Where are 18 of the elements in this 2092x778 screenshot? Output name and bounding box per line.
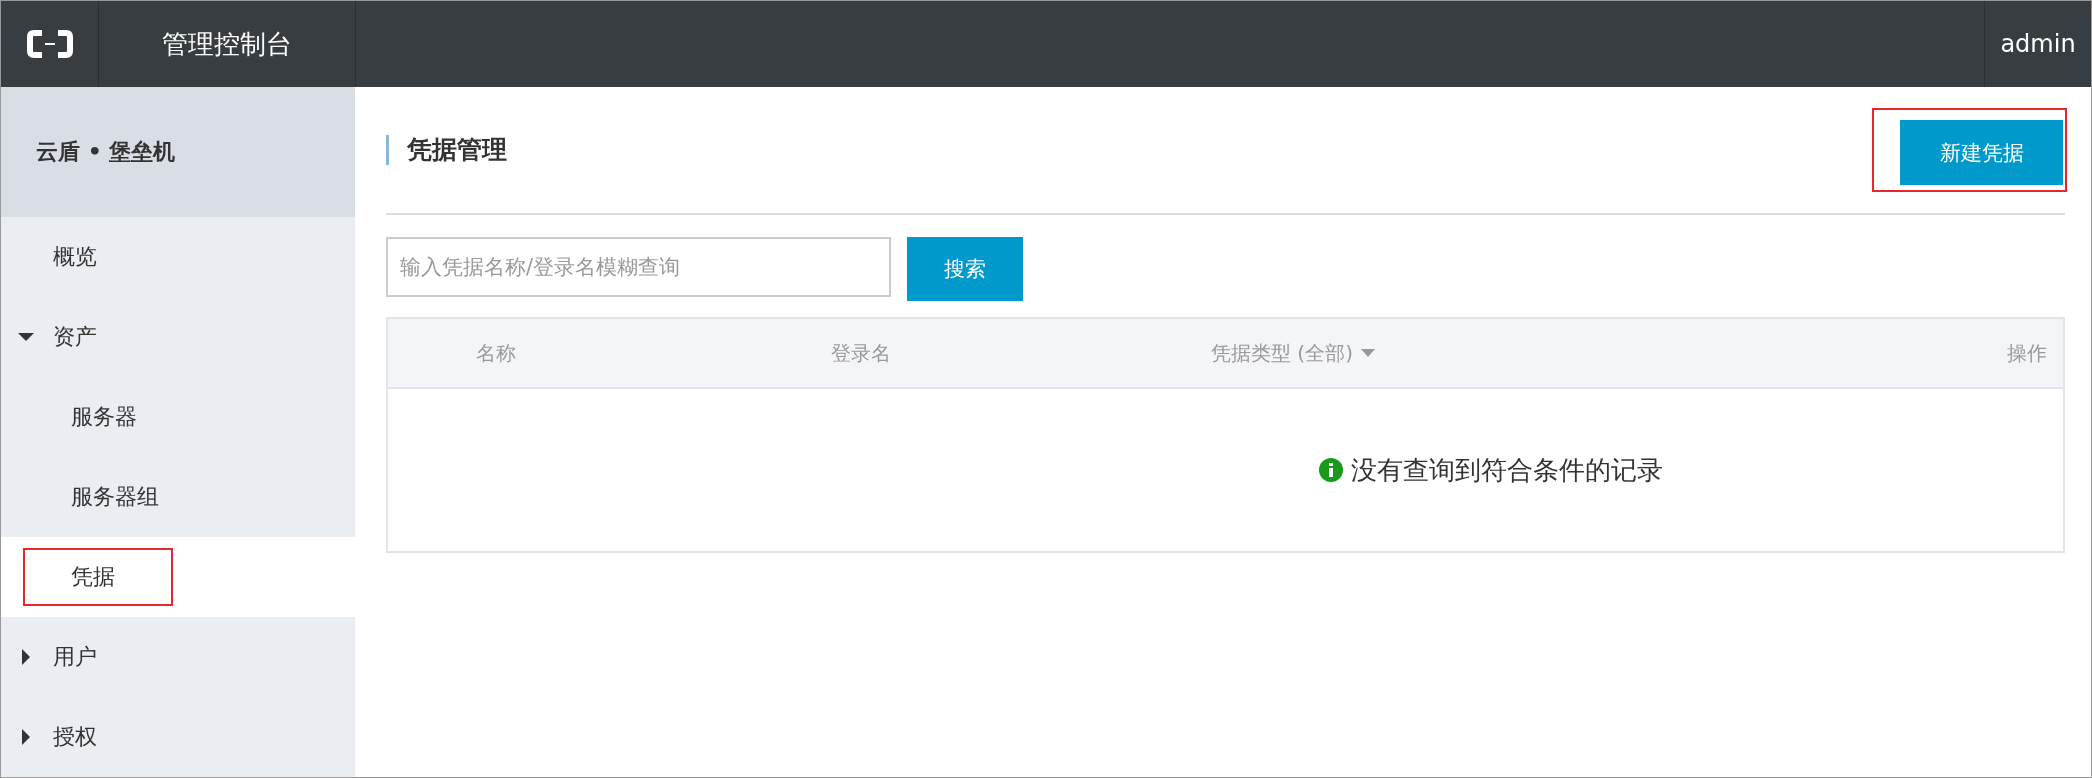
column-header: 登录名	[830, 339, 892, 367]
nav-item[interactable]: 服务器组	[1, 457, 355, 537]
logo-icon	[26, 29, 73, 59]
column-header: 名称	[475, 339, 517, 367]
caret-icon	[1360, 349, 1375, 357]
nav-item[interactable]: 概览	[1, 217, 355, 297]
nav-item[interactable]: 凭据	[1, 537, 355, 617]
column-header: 操作	[2006, 339, 2048, 367]
user-menu[interactable]: admin	[1984, 1, 2091, 87]
page-title: 凭据管理	[386, 135, 507, 165]
nav-item[interactable]: 资产	[1, 297, 355, 377]
product-name: 云盾 • 堡垒机	[1, 87, 355, 217]
nav-item[interactable]: 用户	[1, 617, 355, 697]
empty-message: 没有查询到符合条件的记录	[1350, 453, 1663, 487]
search-field[interactable]: 输入凭据名称/登录名模糊查询	[386, 237, 891, 297]
info-icon	[1318, 458, 1343, 482]
nav-item[interactable]: 授权	[1, 697, 355, 777]
nav-item[interactable]: 服务器	[1, 377, 355, 457]
